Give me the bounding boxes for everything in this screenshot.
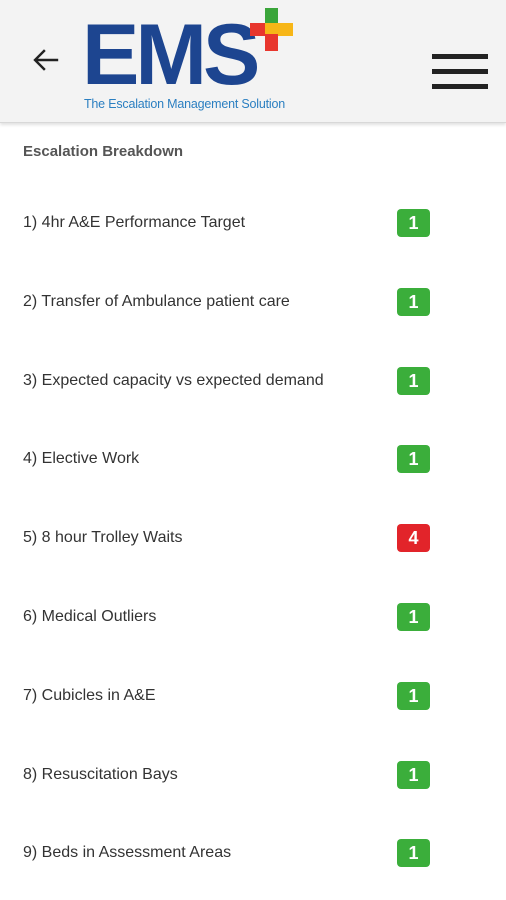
escalation-row[interactable]: 3) Expected capacity vs expected demand … — [0, 342, 506, 421]
status-badge: 1 — [397, 681, 430, 710]
row-label: 6) Medical Outliers — [23, 607, 157, 625]
status-badge: 1 — [397, 287, 430, 316]
medical-plus-icon — [250, 8, 293, 51]
escalation-list: 1) 4hr A&E Performance Target 1 2) Trans… — [0, 184, 506, 893]
section-title: Escalation Breakdown — [23, 143, 184, 160]
status-badge: 4 — [397, 524, 430, 553]
row-label: 7) Cubicles in A&E — [23, 686, 156, 704]
menu-icon-bar-bottom — [432, 84, 488, 89]
escalation-row[interactable]: 5) 8 hour Trolley Waits 4 — [0, 499, 506, 578]
escalation-row[interactable]: 2) Transfer of Ambulance patient care 1 — [0, 263, 506, 342]
row-label: 3) Expected capacity vs expected demand — [23, 371, 324, 389]
back-button[interactable] — [26, 40, 66, 80]
menu-icon-bar-middle — [432, 69, 488, 74]
row-label: 1) 4hr A&E Performance Target — [23, 214, 246, 231]
status-badge: 1 — [397, 760, 430, 789]
escalation-row[interactable]: 4) Elective Work 1 — [0, 420, 506, 499]
escalation-row[interactable]: 9) Beds in Assessment Areas 1 — [0, 814, 506, 893]
app-header: EMS The Escalation Management Solution — [0, 0, 506, 123]
escalation-row[interactable]: 7) Cubicles in A&E 1 — [0, 657, 506, 736]
escalation-row[interactable]: 6) Medical Outliers 1 — [0, 578, 506, 657]
status-badge: 1 — [397, 445, 430, 474]
logo-tagline: The Escalation Management Solution — [84, 97, 285, 111]
row-label: 4) Elective Work — [23, 450, 140, 468]
hamburger-menu-button[interactable] — [432, 54, 488, 94]
row-label: 2) Transfer of Ambulance patient care — [23, 292, 290, 310]
menu-icon-bar-top — [432, 54, 488, 59]
row-label: 8) Resuscitation Bays — [23, 765, 178, 783]
escalation-row[interactable]: 8) Resuscitation Bays 1 — [0, 736, 506, 815]
status-badge: 1 — [397, 602, 430, 631]
escalation-row[interactable]: 1) 4hr A&E Performance Target 1 — [0, 184, 506, 263]
status-badge: 1 — [397, 209, 430, 237]
row-label: 9) Beds in Assessment Areas — [23, 844, 232, 862]
back-arrow-icon — [33, 49, 59, 71]
logo-text: EMS — [82, 7, 260, 103]
ems-logo: EMS The Escalation Management Solution — [82, 4, 302, 116]
status-badge: 1 — [397, 839, 430, 868]
row-label: 5) 8 hour Trolley Waits — [23, 529, 183, 547]
status-badge: 1 — [397, 366, 430, 395]
